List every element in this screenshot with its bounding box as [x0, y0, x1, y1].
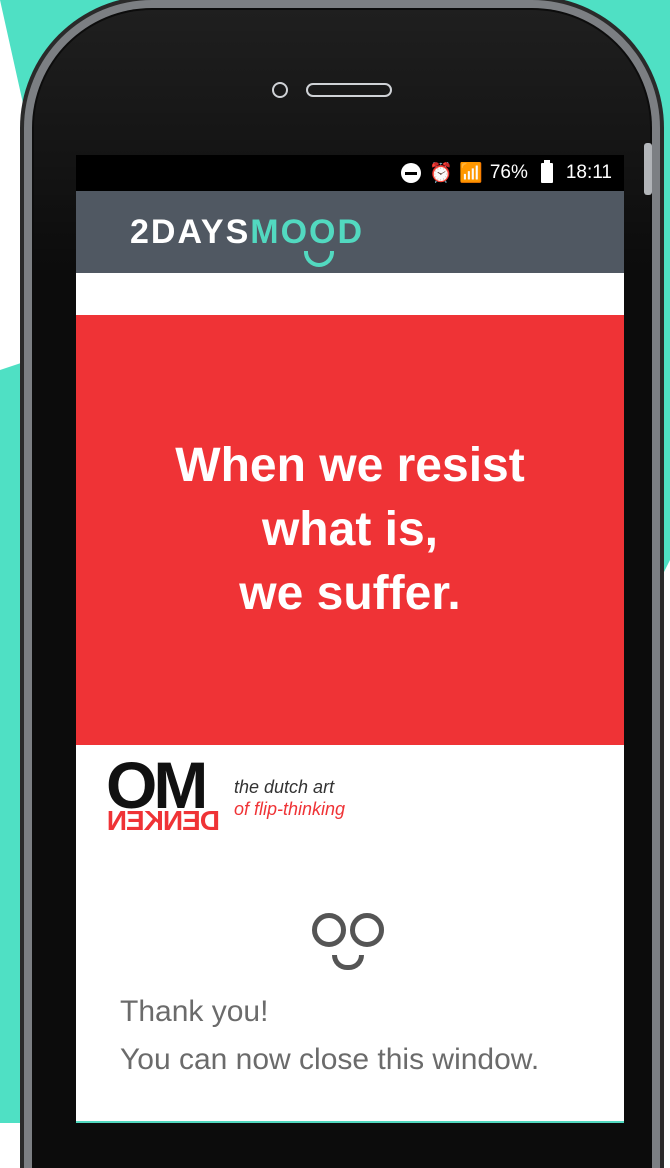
tagline-line1: the dutch art — [234, 777, 335, 797]
logo-smile-icon — [304, 250, 334, 267]
logo-text-2days: 2DAYS — [130, 212, 251, 251]
quote-line: When we resist — [175, 439, 525, 492]
quote-text: When we resist what is, we suffer. — [110, 434, 590, 626]
do-not-disturb-icon — [400, 162, 422, 184]
status-bar: ⏰ 📶 76% 18:11 — [76, 155, 624, 191]
smiley-face-icon — [302, 913, 402, 993]
quote-line: we suffer. — [239, 567, 461, 620]
quote-line: what is, — [261, 503, 439, 556]
front-camera-icon — [272, 82, 288, 98]
battery-icon — [536, 160, 558, 184]
smiley-mouth — [332, 955, 364, 970]
alarm-icon: ⏰ — [429, 163, 453, 184]
phone-speaker-area — [272, 82, 392, 98]
omdenken-logo: OM DENKEN the dutch art of flip-thinking — [106, 747, 406, 837]
smiley-left-eye — [312, 913, 346, 947]
logo-text-mood: MOOD — [250, 212, 365, 251]
app-header: 2DAYSMOOD — [76, 191, 624, 273]
thank-you-text: Thank you! — [120, 995, 269, 1028]
tagline-line2: of flip-thinking — [234, 799, 346, 819]
speaker-grill — [306, 83, 392, 97]
app-logo[interactable]: 2DAYSMOOD — [130, 212, 365, 267]
battery-percent: 76% — [489, 162, 528, 183]
phone-screen: ⏰ 📶 76% 18:11 2DAYSMOOD When we resist w… — [76, 155, 624, 1123]
denken-flipped-text: DENKEN — [107, 805, 220, 836]
smiley-right-eye — [350, 913, 384, 947]
wifi-icon: 📶 — [459, 163, 483, 184]
status-time: 18:11 — [565, 162, 612, 183]
quote-card: When we resist what is, we suffer. — [76, 315, 624, 745]
close-window-text: You can now close this window. — [120, 1043, 540, 1076]
